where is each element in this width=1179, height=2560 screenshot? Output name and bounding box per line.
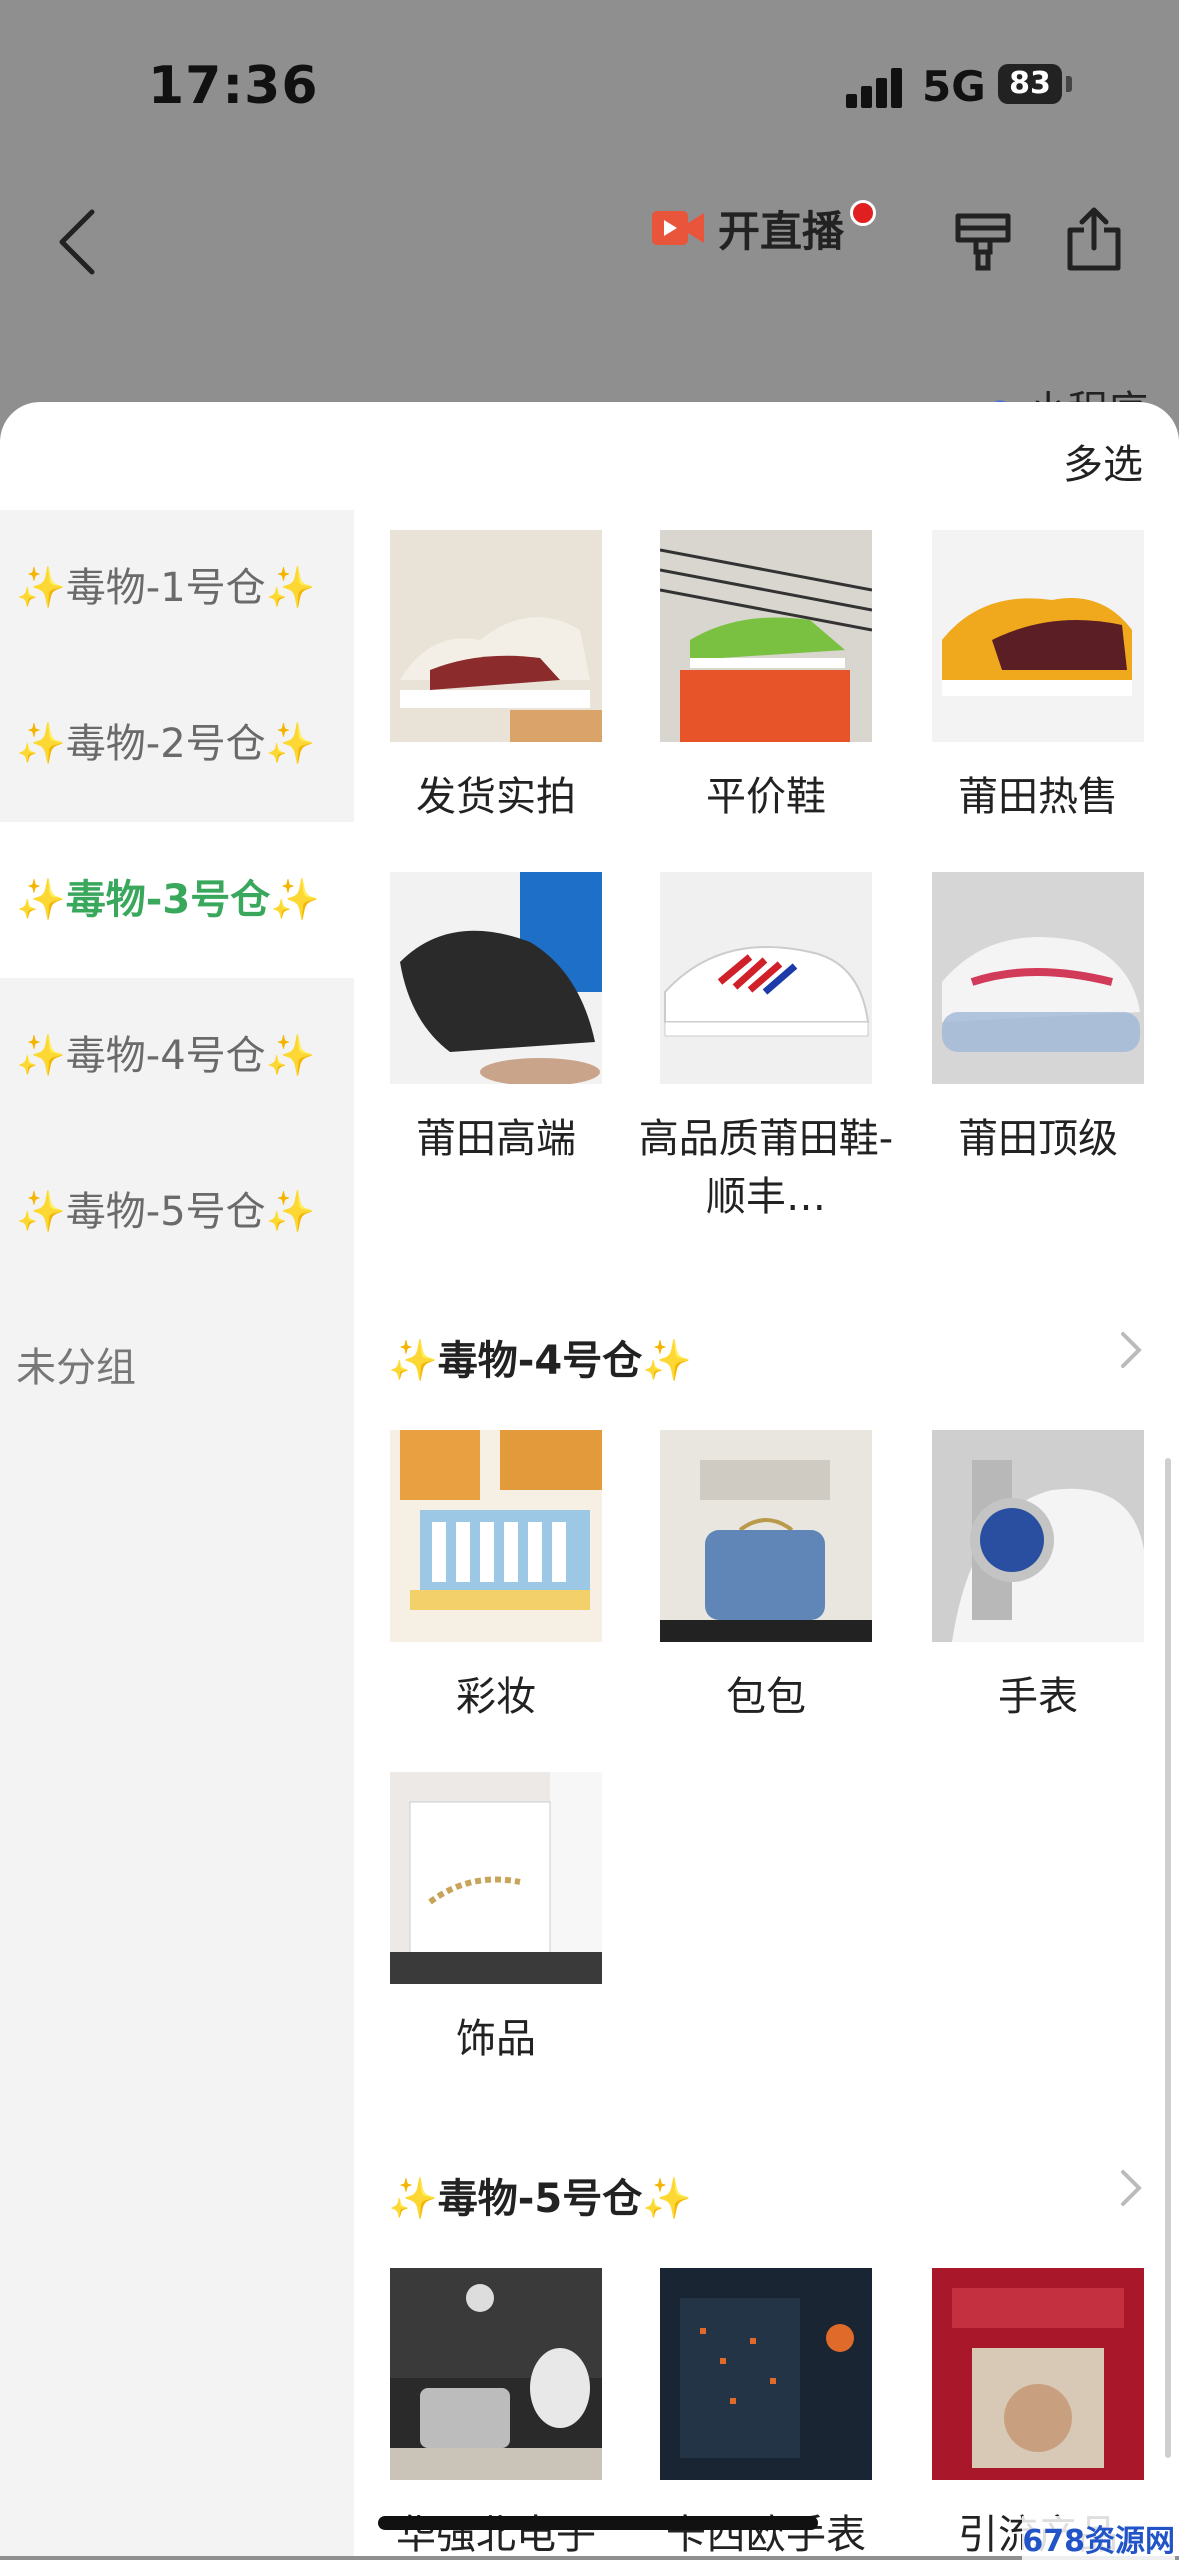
brush-icon[interactable] [952,208,1014,274]
sneaker-box-photo-icon [660,530,872,742]
category-item[interactable]: 包包 [660,1430,872,1726]
category-item-label: 彩妆 [456,1674,536,1720]
sidebar-item-warehouse-2[interactable]: ✨毒物-2号仓✨ [0,666,354,822]
category-item-label: 莆田高端 [416,1116,576,1162]
category-item[interactable]: 高品质莆田鞋-顺丰… [639,872,893,1226]
category-item[interactable]: 手表 [932,1430,1144,1726]
electronics-photo-icon [390,2268,602,2480]
cosmetics-photo-icon [390,1430,602,1642]
category-item-label: 发货实拍 [416,774,576,820]
category-item[interactable]: 莆田热售 [932,530,1144,826]
go-live-label: 开直播 [718,206,845,256]
category-content: 发货实拍 平价鞋 莆田热售 莆田高端 高品质莆田鞋-顺丰… 莆田顶级 ✨毒物-4… [354,510,1179,2556]
signal-icon [846,68,902,108]
back-icon[interactable] [52,206,106,278]
category-item[interactable]: 平价鞋 [660,530,872,826]
category-item[interactable]: 彩妆 [390,1430,602,1726]
sneaker-photo-icon [390,530,602,742]
dunk-photo-icon [932,530,1144,742]
network-label: 5G [922,62,986,111]
category-item-label: 华强北电子 [396,2512,596,2556]
category-item-label: 莆田顶级 [958,1116,1118,1162]
bag-photo-icon [660,1430,872,1642]
category-item[interactable]: 莆田高端 [390,872,602,1168]
category-item[interactable]: 华强北电子 [390,2268,602,2556]
black-sneaker-photo-icon [390,872,602,1084]
chevron-right-icon[interactable] [1119,1330,1143,1370]
category-item[interactable]: 引流产品 [932,2268,1144,2556]
category-item[interactable]: 卡西欧手表 [660,2268,872,2556]
home-indicator[interactable] [378,2516,818,2530]
category-sidebar: ✨毒物-1号仓✨ ✨毒物-2号仓✨ ✨毒物-3号仓✨ ✨毒物-4号仓✨ ✨毒物-… [0,510,354,2556]
category-item[interactable]: 饰品 [390,1772,602,2068]
category-item-label: 饰品 [456,2016,536,2062]
sidebar-item-warehouse-3[interactable]: ✨毒物-3号仓✨ [0,822,354,978]
category-sheet: 多选 ✨毒物-1号仓✨ ✨毒物-2号仓✨ ✨毒物-3号仓✨ ✨毒物-4号仓✨ ✨… [0,402,1179,2556]
category-item-label: 手表 [998,1674,1078,1720]
battery-icon: 83 [998,64,1062,104]
air-sneaker-photo-icon [932,872,1144,1084]
category-item-label: 莆田热售 [958,774,1118,820]
jewelry-photo-icon [390,1772,602,1984]
watermark-text: 678资源网 [1022,2516,1175,2560]
category-item[interactable]: 莆田顶级 [932,872,1144,1168]
category-item-label: 平价鞋 [706,774,826,820]
sidebar-item-warehouse-1[interactable]: ✨毒物-1号仓✨ [0,510,354,666]
scrollbar[interactable] [1165,1458,1171,2458]
video-camera-icon [652,211,704,245]
category-item-label: 卡西欧手表 [666,2512,866,2556]
white-sneaker-photo-icon [660,872,872,1084]
group-header-warehouse-5[interactable]: ✨毒物-5号仓✨ [388,2166,692,2224]
live-dot [850,200,877,226]
category-item-label: 高品质莆田鞋-顺丰… [638,1116,894,1220]
share-icon[interactable] [1064,206,1124,272]
promo-photo-icon [932,2268,1144,2480]
sidebar-item-ungrouped[interactable]: 未分组 [0,1290,354,1446]
watch-photo-icon [932,1430,1144,1642]
casio-photo-icon [660,2268,872,2480]
sidebar-item-warehouse-5[interactable]: ✨毒物-5号仓✨ [0,1134,354,1290]
chevron-right-icon[interactable] [1119,2168,1143,2208]
battery-tip [1066,76,1072,92]
category-item[interactable]: 发货实拍 [390,530,602,826]
go-live-button[interactable]: 开直播 [650,196,877,260]
group-header-warehouse-4[interactable]: ✨毒物-4号仓✨ [388,1328,692,1386]
category-item-label: 包包 [726,1674,806,1720]
multi-select-button[interactable]: 多选 [1063,432,1143,490]
status-time: 17:36 [148,56,319,116]
sidebar-item-warehouse-4[interactable]: ✨毒物-4号仓✨ [0,978,354,1134]
